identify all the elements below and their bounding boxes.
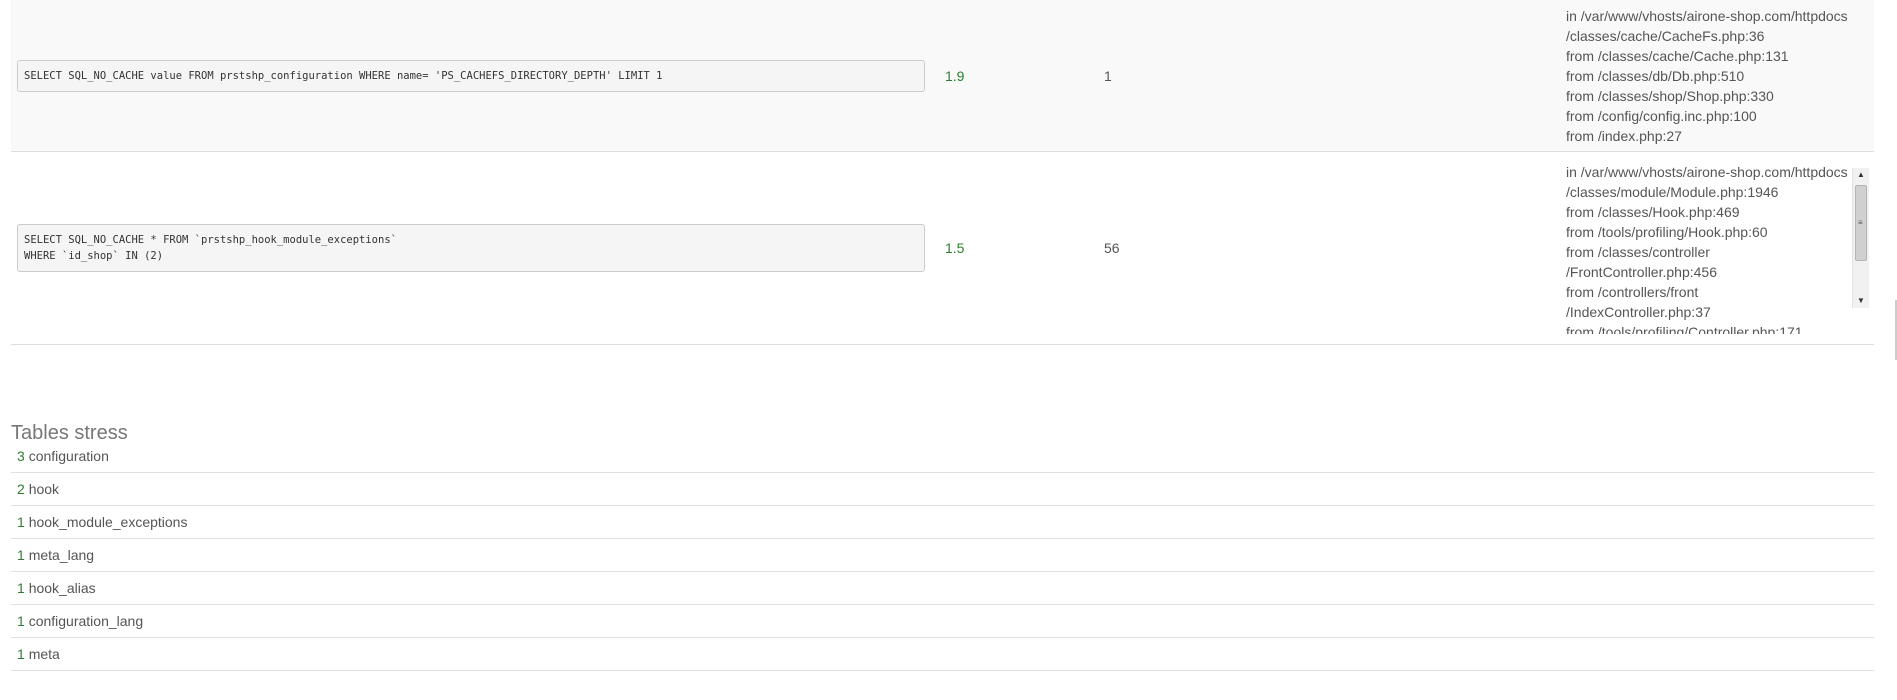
stack-line: in /var/www/vhosts/airone-shop.com/httpd… bbox=[1566, 164, 1848, 180]
stress-count: 1 bbox=[17, 514, 25, 530]
stress-count: 3 bbox=[17, 448, 25, 464]
query-time: 1.5 bbox=[945, 240, 965, 256]
scrollbar-thumb[interactable]: ≡ bbox=[1855, 185, 1867, 261]
list-item: 3 configuration bbox=[11, 440, 1874, 473]
list-item: 1 meta_lang bbox=[11, 539, 1874, 572]
stack-line: in /var/www/vhosts/airone-shop.com/httpd… bbox=[1566, 7, 1848, 24]
sql-code-box[interactable]: SELECT SQL_NO_CACHE value FROM prstshp_c… bbox=[17, 59, 925, 92]
list-item: 1 meta bbox=[11, 638, 1874, 671]
stress-count: 1 bbox=[17, 580, 25, 596]
stack-line: from /classes/db/Db.php:510 bbox=[1566, 67, 1745, 84]
query-cell: SELECT SQL_NO_CACHE * FROM `prstshp_hook… bbox=[11, 224, 945, 272]
query-cell: SELECT SQL_NO_CACHE value FROM prstshp_c… bbox=[11, 59, 945, 92]
tables-stress-list: 3 configuration 2 hook 1 hook_module_exc… bbox=[11, 440, 1874, 671]
query-rows: 56 bbox=[1104, 240, 1120, 256]
table-name: hook_module_exceptions bbox=[28, 514, 188, 530]
stack-line: from /tools/profiling/Controller.php:171 bbox=[1566, 324, 1803, 334]
stress-count: 1 bbox=[17, 613, 25, 629]
list-item: 1 hook_alias bbox=[11, 572, 1874, 605]
query-row: SELECT SQL_NO_CACHE * FROM `prstshp_hook… bbox=[11, 152, 1874, 345]
table-name: configuration bbox=[28, 448, 109, 464]
query-row: SELECT SQL_NO_CACHE value FROM prstshp_c… bbox=[11, 0, 1874, 152]
stack-line: /classes/module/Module.php:1946 bbox=[1566, 184, 1779, 200]
stress-count: 1 bbox=[17, 547, 25, 563]
stack-trace: in /var/www/vhosts/airone-shop.com/httpd… bbox=[1566, 6, 1866, 146]
queries-table: SELECT SQL_NO_CACHE value FROM prstshp_c… bbox=[11, 0, 1874, 345]
sql-code-box[interactable]: SELECT SQL_NO_CACHE * FROM `prstshp_hook… bbox=[17, 224, 925, 272]
stack-line: from /tools/profiling/Hook.php:60 bbox=[1566, 224, 1768, 240]
stack-line: from /classes/controller bbox=[1566, 244, 1710, 260]
table-name: meta bbox=[28, 646, 60, 662]
list-item: 1 configuration_lang bbox=[11, 605, 1874, 638]
table-name: meta_lang bbox=[28, 547, 95, 563]
stack-line: /classes/cache/CacheFs.php:36 bbox=[1566, 27, 1765, 44]
stack-line: /FrontController.php:456 bbox=[1566, 264, 1717, 280]
scroll-up-arrow-icon[interactable]: ▲ bbox=[1853, 168, 1869, 182]
table-name: configuration_lang bbox=[28, 613, 144, 629]
stress-count: 2 bbox=[17, 481, 25, 497]
scroll-down-arrow-icon[interactable]: ▼ bbox=[1853, 294, 1869, 308]
query-rows: 1 bbox=[1104, 67, 1112, 84]
list-item: 1 hook_module_exceptions bbox=[11, 506, 1874, 539]
table-name: hook_alias bbox=[28, 580, 96, 596]
sql-line: SELECT SQL_NO_CACHE * FROM `prstshp_hook… bbox=[24, 234, 397, 246]
stack-line: from /classes/cache/Cache.php:131 bbox=[1566, 47, 1789, 64]
stack-trace: in /var/www/vhosts/airone-shop.com/httpd… bbox=[1566, 162, 1869, 334]
stack-scroll-area[interactable]: in /var/www/vhosts/airone-shop.com/httpd… bbox=[1566, 162, 1866, 334]
sql-line: WHERE `id_shop` IN (2) bbox=[24, 250, 164, 262]
list-item: 2 hook bbox=[11, 473, 1874, 506]
stack-line: /IndexController.php:37 bbox=[1566, 304, 1711, 320]
table-name: hook bbox=[28, 481, 60, 497]
stack-scrollbar[interactable]: ▲ ≡ ▼ bbox=[1852, 168, 1869, 308]
stack-line: from /config/config.inc.php:100 bbox=[1566, 107, 1757, 124]
sql-line: SELECT SQL_NO_CACHE value FROM prstshp_c… bbox=[24, 69, 663, 82]
stress-count: 1 bbox=[17, 646, 25, 662]
stack-line: from /index.php:27 bbox=[1566, 127, 1682, 144]
stack-line: from /classes/Hook.php:469 bbox=[1566, 204, 1740, 220]
query-time: 1.9 bbox=[945, 67, 965, 84]
stack-line: from /classes/shop/Shop.php:330 bbox=[1566, 87, 1774, 104]
stack-line: from /controllers/front bbox=[1566, 284, 1699, 300]
grip-icon: ≡ bbox=[1858, 218, 1863, 227]
